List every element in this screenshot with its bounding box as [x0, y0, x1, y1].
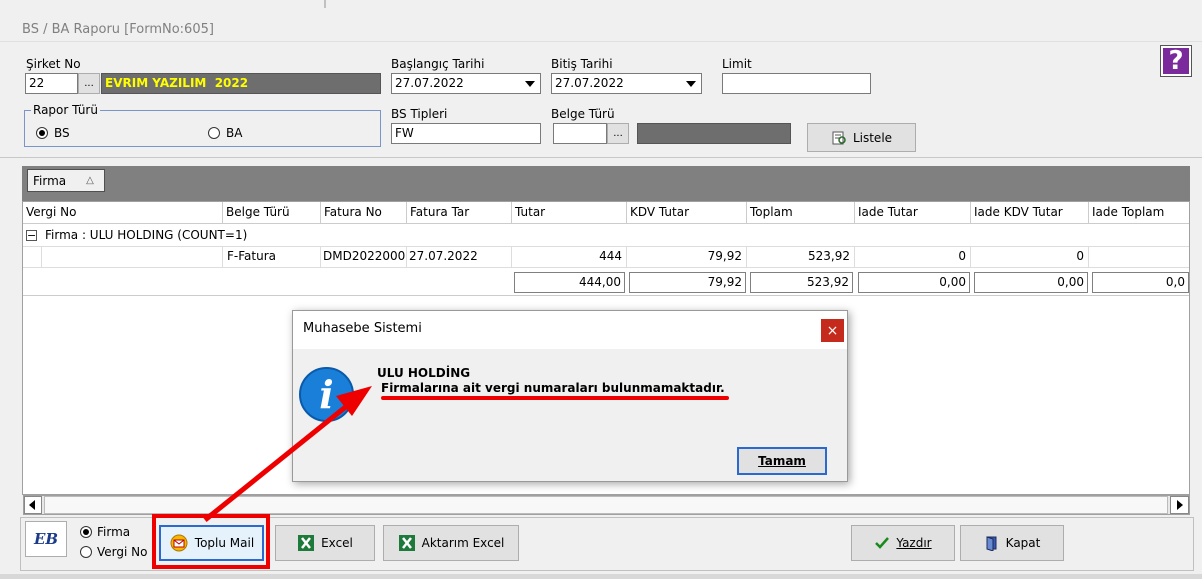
arrow-shaft: [203, 403, 350, 522]
annotation-arrow: [203, 386, 372, 522]
